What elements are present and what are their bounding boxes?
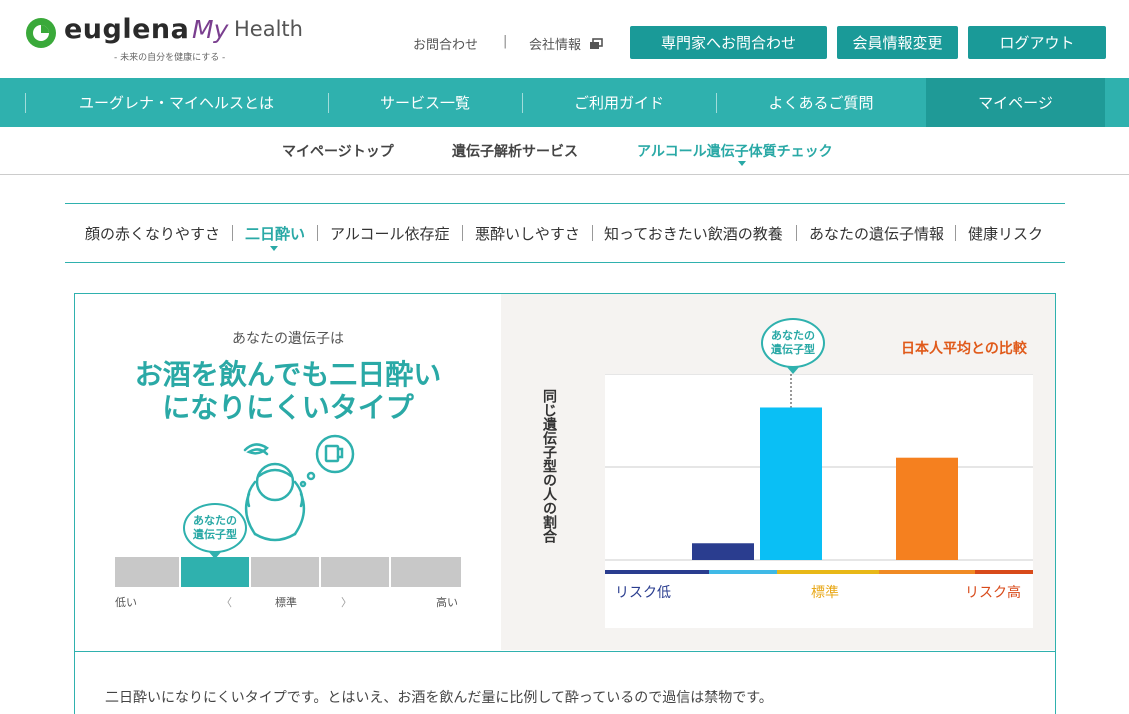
sub-nav: マイページトップ 遺伝子解析サービス アルコール遺伝子体質チェック <box>0 127 1129 175</box>
expert-contact-button[interactable]: 専門家へお問合わせ <box>630 26 827 59</box>
tab-separator <box>955 225 956 241</box>
tab-bad-drunk[interactable]: 悪酔いしやすさ <box>475 223 580 244</box>
chart-svg <box>605 374 1033 561</box>
subnav-gene-service[interactable]: 遺伝子解析サービス <box>452 141 578 161</box>
scale-low-label: 低い <box>115 596 137 609</box>
nav-mypage[interactable]: マイページ <box>926 78 1105 127</box>
risk-band-lowmid <box>709 570 777 574</box>
bar-standard <box>760 407 822 560</box>
active-caret-icon <box>738 161 746 166</box>
bar-risk-low <box>692 543 754 560</box>
scale-mid-label: 標準 <box>275 596 297 609</box>
scale-segment <box>251 557 319 587</box>
site-header: euglena My Health - 未来の自分を健康にする - お問合わせ … <box>0 0 1129 78</box>
result-tabs: 顔の赤くなりやすさ 二日酔い アルコール依存症 悪酔いしやすさ 知っておきたい飲… <box>65 203 1065 263</box>
tab-separator <box>796 225 797 241</box>
nav-about[interactable]: ユーグレナ・マイヘルスとは <box>25 78 328 127</box>
tab-separator <box>592 225 593 241</box>
risk-band-mid <box>777 570 879 574</box>
tab-alcoholism[interactable]: アルコール依存症 <box>330 223 450 244</box>
tab-drinking-knowledge[interactable]: 知っておきたい飲酒の教養 <box>604 223 783 244</box>
tab-health-risk[interactable]: 健康リスク <box>968 223 1043 244</box>
headline-line-1: お酒を飲んでも二日酔い <box>134 358 442 391</box>
risk-band-low <box>605 570 709 574</box>
scale-segment <box>115 557 179 587</box>
headline-line-2: になりにくいタイプ <box>162 391 414 424</box>
tab-separator <box>317 225 318 241</box>
tab-separator <box>462 225 463 241</box>
risk-scale <box>115 557 461 587</box>
chart-bubble-tail <box>786 366 800 374</box>
bubble-text: あなたの 遺伝子型 <box>193 514 237 541</box>
panel-divider <box>75 651 1055 652</box>
scale-segment <box>391 557 461 587</box>
company-info-link[interactable]: 会社情報 <box>529 34 603 53</box>
nav-guide[interactable]: ご利用ガイド <box>522 78 716 127</box>
logo-wordmark: euglena <box>64 14 190 45</box>
bubble-tail <box>208 551 222 559</box>
chart-bubble-text: あなたの 遺伝子型 <box>771 329 815 356</box>
nav-faq[interactable]: よくあるご質問 <box>716 78 926 127</box>
logo-health: Health <box>234 17 303 41</box>
bar-risk-high <box>896 457 958 560</box>
site-logo[interactable]: euglena My Health - 未来の自分を健康にする - <box>24 14 314 66</box>
scale-next-icon: 〉 <box>341 596 352 609</box>
result-headline: お酒を飲んでも二日酔い になりにくいタイプ <box>75 358 501 424</box>
chart-title: 日本人平均との比較 <box>901 341 1027 357</box>
result-summary: あなたの遺伝子は お酒を飲んでも二日酔い になりにくいタイプ あなたの 遺伝子型… <box>75 294 501 650</box>
tab-face-redness[interactable]: 顔の赤くなりやすさ <box>85 223 220 244</box>
comparison-chart-panel: 日本人平均との比較 同じ遺伝子型の人の割合 リスク低 標準 リスク高 あなたの … <box>501 294 1055 650</box>
risk-mid-label: 標準 <box>811 585 839 601</box>
logo-tagline: - 未来の自分を健康にする - <box>114 53 226 63</box>
nav-services[interactable]: サービス一覧 <box>328 78 522 127</box>
your-genotype-bubble: あなたの 遺伝子型 <box>183 503 247 553</box>
header-link-separator: | <box>503 34 508 49</box>
tab-hangover[interactable]: 二日酔い <box>245 223 305 244</box>
scale-segment <box>321 557 389 587</box>
result-description: 二日酔いになりにくいタイプです。とはいえ、お酒を飲んだ量に比例して酔っているので… <box>105 690 773 706</box>
tab-separator <box>232 225 233 241</box>
risk-low-label: リスク低 <box>615 585 671 601</box>
subnav-alcohol-check[interactable]: アルコール遺伝子体質チェック <box>637 141 833 161</box>
result-panel: あなたの遺伝子は お酒を飲んでも二日酔い になりにくいタイプ あなたの 遺伝子型… <box>74 293 1056 714</box>
logout-button[interactable]: ログアウト <box>968 26 1106 59</box>
company-info-label: 会社情報 <box>529 38 582 53</box>
euglena-logo-icon <box>26 18 56 48</box>
contact-link[interactable]: お問合わせ <box>413 34 478 53</box>
external-window-icon <box>590 38 603 49</box>
subnav-mypage-top[interactable]: マイページトップ <box>282 141 394 161</box>
member-info-button[interactable]: 会員情報変更 <box>837 26 958 59</box>
active-tab-caret-icon <box>270 246 278 251</box>
risk-band-midhigh <box>879 570 975 574</box>
risk-high-label: リスク高 <box>965 585 1021 601</box>
chart-ylabel: 同じ遺伝子型の人の割合 <box>541 389 557 543</box>
main-nav: ユーグレナ・マイヘルスとは サービス一覧 ご利用ガイド よくあるご質問 マイペー… <box>0 78 1129 127</box>
tab-your-gene-info[interactable]: あなたの遺伝子情報 <box>809 223 944 244</box>
logo-my: My <box>192 15 229 44</box>
scale-high-label: 高い <box>436 596 458 609</box>
scale-prev-icon: 〈 <box>221 596 232 609</box>
gene-label: あなたの遺伝子は <box>232 331 344 347</box>
chart-genotype-bubble: あなたの 遺伝子型 <box>761 318 825 368</box>
scale-segment-selected <box>181 557 249 587</box>
risk-band-high <box>975 570 1033 574</box>
bar-chart: リスク低 標準 リスク高 <box>605 374 1033 628</box>
